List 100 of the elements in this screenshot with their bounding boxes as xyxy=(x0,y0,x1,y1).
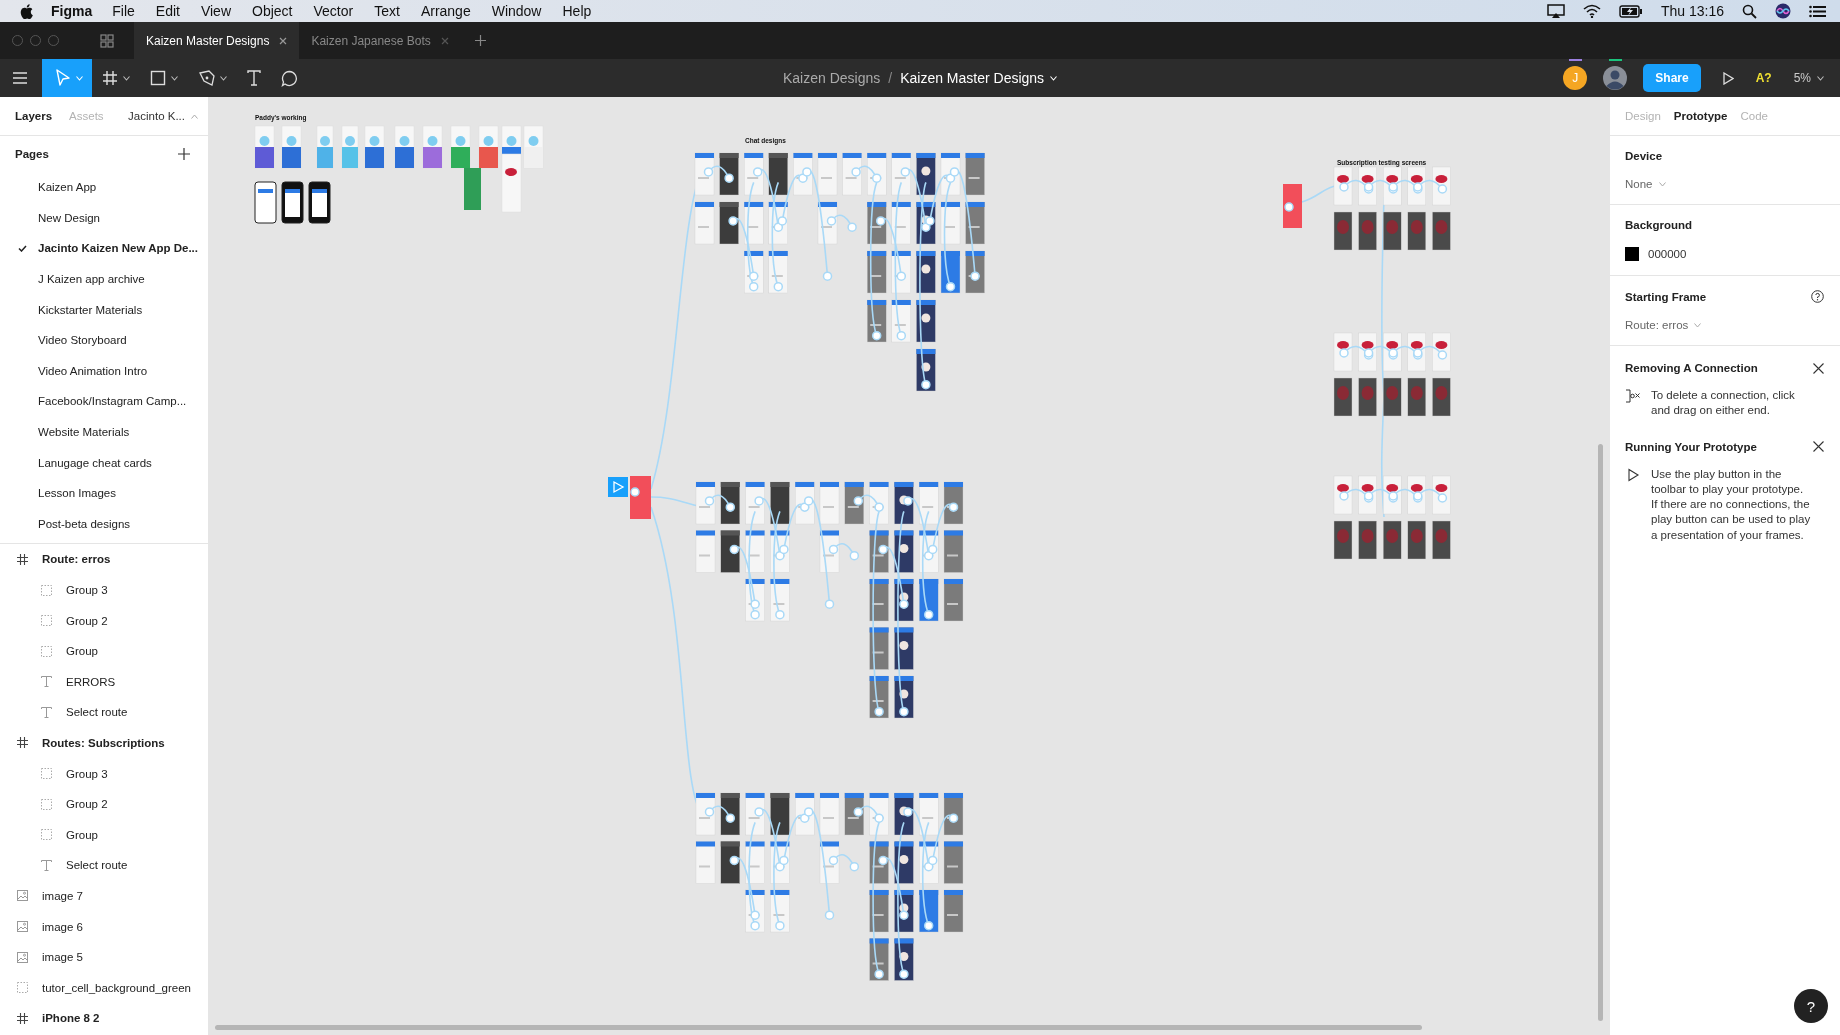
prototype-flow-drawing[interactable] xyxy=(694,152,985,392)
menu-item[interactable]: File xyxy=(112,3,135,19)
caret-icon xyxy=(191,113,198,119)
checkmark-icon xyxy=(18,245,27,252)
page-item[interactable]: J Kaizen app archive xyxy=(0,263,208,295)
close-icon[interactable] xyxy=(1813,362,1824,374)
menu-item[interactable]: Window xyxy=(491,3,542,19)
prototype-flow-drawing[interactable] xyxy=(1333,332,1451,417)
color-hex-field[interactable]: 000000 xyxy=(1648,248,1687,260)
user-avatar[interactable] xyxy=(1603,66,1628,90)
menu-item[interactable]: Vector xyxy=(313,3,354,19)
color-swatch[interactable] xyxy=(1625,247,1639,261)
page-item[interactable]: Facebook/Instagram Camp... xyxy=(0,386,208,417)
page-item[interactable]: Website Materials xyxy=(0,416,208,448)
frames-drawing[interactable] xyxy=(254,125,544,224)
layer-item[interactable]: Group 3 xyxy=(0,758,208,789)
file-browser-icon[interactable] xyxy=(100,33,114,48)
horizontal-scrollbar[interactable] xyxy=(215,1025,1422,1030)
layer-item[interactable]: Group xyxy=(0,635,208,667)
page-item[interactable]: Post-beta designs xyxy=(0,508,208,540)
file-tab[interactable]: Kaizen Master Designs xyxy=(134,22,300,59)
prototype-flow-drawing[interactable] xyxy=(695,792,964,981)
page-item[interactable]: Video Animation Intro xyxy=(0,355,208,387)
menu-item[interactable]: Object xyxy=(252,3,293,19)
panel-tab[interactable]: Layers xyxy=(15,110,53,122)
apple-icon[interactable] xyxy=(20,3,33,19)
layer-item[interactable]: Route: erros xyxy=(0,544,208,575)
start-frame-drawing[interactable] xyxy=(608,476,651,519)
list-icon[interactable] xyxy=(1809,4,1826,18)
caret-icon xyxy=(171,75,178,81)
page-item[interactable]: Kaizen App xyxy=(0,172,208,203)
layer-item[interactable]: Group xyxy=(0,819,208,851)
vertical-scrollbar[interactable] xyxy=(1598,444,1603,1021)
layer-item[interactable]: Group 3 xyxy=(0,574,208,606)
caret-icon xyxy=(1050,75,1058,81)
layer-item[interactable]: image 5 xyxy=(0,941,208,973)
play-icon xyxy=(1625,467,1641,482)
menu-item[interactable]: View xyxy=(200,3,231,19)
clock[interactable]: Thu 13:16 xyxy=(1660,3,1724,19)
add-page-icon[interactable] xyxy=(178,148,190,160)
search-icon[interactable] xyxy=(1742,3,1757,19)
airplay-icon[interactable] xyxy=(1546,3,1565,19)
page-item[interactable]: Jacinto Kaizen New App De... xyxy=(0,233,208,264)
new-tab-icon[interactable] xyxy=(474,35,486,46)
device-dropdown[interactable]: None xyxy=(1625,178,1666,190)
section-title: Starting Frame xyxy=(1625,290,1707,303)
missing-fonts-button[interactable]: A? xyxy=(1755,71,1772,85)
page-item[interactable]: Lanugage cheat cards xyxy=(0,447,208,478)
caret-icon xyxy=(1817,75,1824,81)
frame-icon xyxy=(17,737,28,749)
section-title: Background xyxy=(1625,219,1694,231)
prototype-flow-drawing[interactable] xyxy=(1333,166,1451,251)
menu-item[interactable]: Edit xyxy=(155,3,180,19)
frame-icon xyxy=(17,1012,28,1024)
layer-item[interactable]: Select route xyxy=(0,850,208,881)
layer-item[interactable]: tutor_cell_background_green xyxy=(0,972,208,1004)
tip-text: To delete a connection, click and drag on either end. xyxy=(1651,388,1796,419)
breadcrumb-separator: / xyxy=(888,70,893,86)
close-icon[interactable] xyxy=(1813,441,1824,453)
group-icon xyxy=(17,982,28,994)
app-menu[interactable]: Figma xyxy=(51,3,93,19)
caret-icon xyxy=(1658,181,1666,187)
wifi-icon[interactable] xyxy=(1582,4,1601,18)
play-icon[interactable] xyxy=(1722,71,1734,85)
page-item[interactable]: Video Storyboard xyxy=(0,324,208,356)
layer-item[interactable]: image 7 xyxy=(0,880,208,912)
page-item[interactable]: New Design xyxy=(0,202,208,234)
layer-item[interactable]: Group 2 xyxy=(0,788,208,820)
rectangle-icon xyxy=(150,70,166,86)
layer-item[interactable]: Group 2 xyxy=(0,605,208,636)
menu-item[interactable]: Arrange xyxy=(420,3,471,19)
layer-item[interactable]: Select route xyxy=(0,697,208,728)
page-item[interactable]: Lesson Images xyxy=(0,477,208,509)
help-icon[interactable] xyxy=(1811,290,1824,303)
prototype-flow-drawing[interactable] xyxy=(1333,475,1451,560)
page-item[interactable]: Kickstarter Materials xyxy=(0,294,208,325)
team-link[interactable]: Kaizen Designs xyxy=(783,70,881,86)
frame-icon xyxy=(17,553,28,565)
cursor-icon xyxy=(55,69,71,87)
layer-item[interactable]: Routes: Subscriptions xyxy=(0,727,208,759)
prototype-flow-drawing[interactable] xyxy=(695,481,964,719)
file-name-menu[interactable]: Kaizen Master Designs xyxy=(900,70,1058,86)
menu-item[interactable]: Text xyxy=(374,3,400,19)
comment-icon xyxy=(281,69,298,87)
caret-icon xyxy=(76,75,83,81)
frame-drawing[interactable] xyxy=(1283,184,1302,228)
layer-item[interactable]: image 6 xyxy=(0,911,208,942)
layer-item[interactable]: ERRORS xyxy=(0,666,208,698)
panel-tab[interactable]: Prototype xyxy=(1673,110,1728,122)
page-picker[interactable]: Jacinto K... xyxy=(128,110,198,122)
battery-icon[interactable] xyxy=(1618,4,1643,18)
zoom-menu[interactable]: 5% xyxy=(1793,71,1824,85)
layer-item[interactable]: iPhone 8 2 xyxy=(0,1003,208,1034)
starting-frame-dropdown[interactable]: Route: erros xyxy=(1625,319,1702,331)
file-tab[interactable]: Kaizen Japanese Bots xyxy=(299,22,461,59)
image-icon xyxy=(17,890,28,902)
siri-icon[interactable] xyxy=(1775,3,1791,19)
disconnect-icon xyxy=(1625,389,1641,403)
menu-item[interactable]: Help xyxy=(562,3,592,19)
menu-icon[interactable] xyxy=(13,72,27,84)
